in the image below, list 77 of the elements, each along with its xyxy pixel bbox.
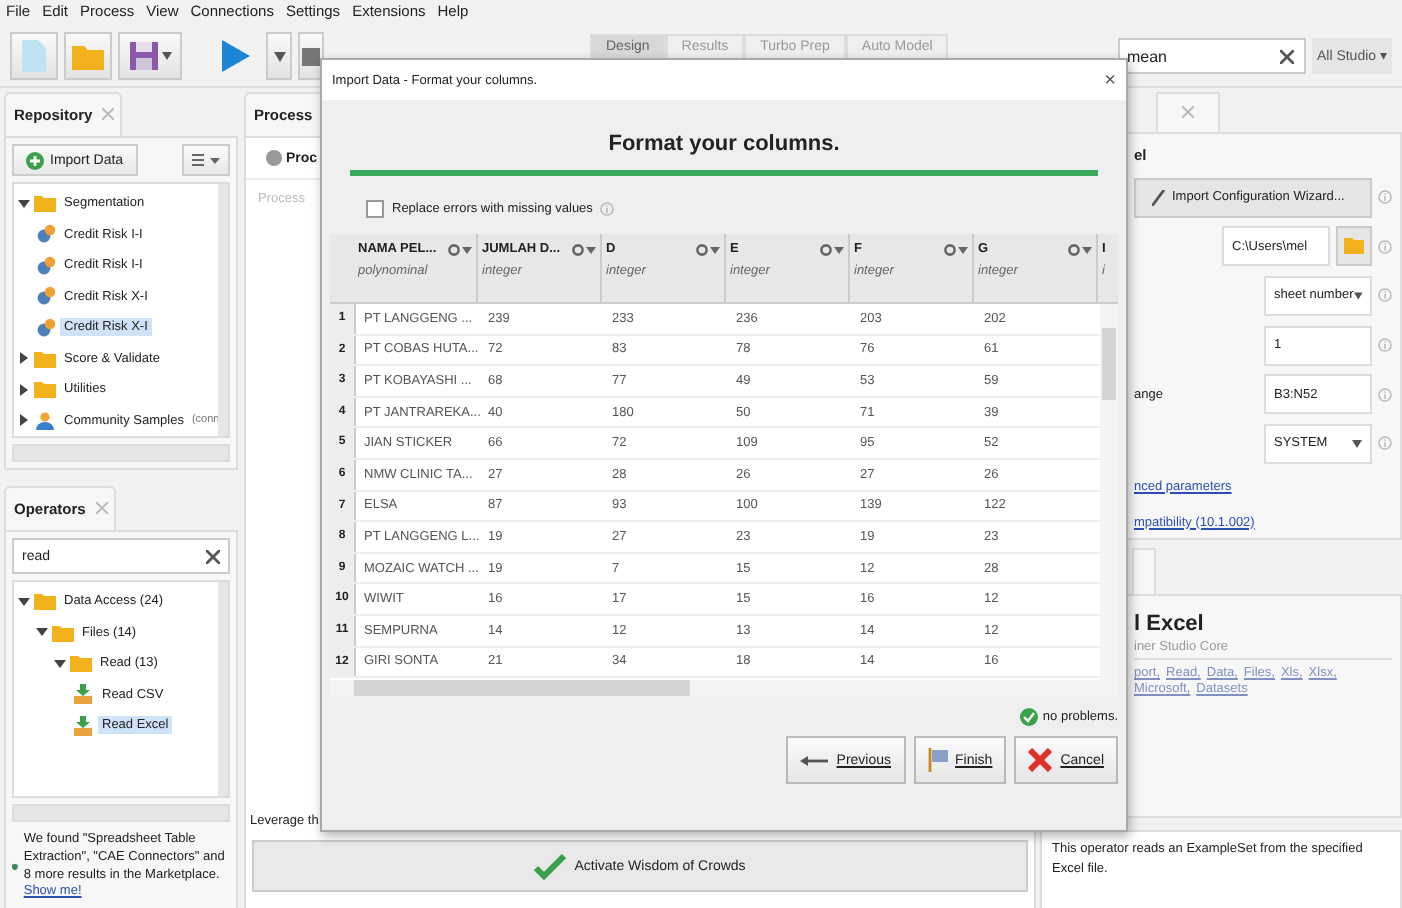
scrollbar[interactable] <box>12 804 230 822</box>
cross-icon <box>1028 748 1053 772</box>
parameters-tab[interactable] <box>1156 92 1220 132</box>
flag-icon <box>927 748 948 772</box>
process-icon <box>36 255 56 276</box>
dialog-heading: Format your columns. <box>608 132 840 156</box>
clear-icon[interactable] <box>1280 49 1295 63</box>
folder-icon <box>70 654 92 673</box>
play-icon <box>222 40 250 72</box>
download-icon <box>72 715 94 736</box>
close-button[interactable]: × <box>1104 69 1116 91</box>
scrollbar[interactable] <box>218 582 228 796</box>
new-file-button[interactable] <box>10 32 58 80</box>
checkbox[interactable] <box>366 200 384 218</box>
info-icon[interactable] <box>1378 387 1392 402</box>
expand-arrow-icon[interactable] <box>18 595 30 608</box>
caret-icon <box>161 52 171 60</box>
save-button[interactable] <box>118 32 182 80</box>
wand-icon <box>1152 189 1166 205</box>
gear-icon[interactable] <box>1068 243 1092 255</box>
circle-icon <box>266 150 282 166</box>
info-icon[interactable] <box>1378 436 1392 451</box>
folder-icon <box>34 592 56 611</box>
gear-icon[interactable] <box>820 243 844 255</box>
folder-icon <box>34 349 56 368</box>
process-icon <box>36 317 56 338</box>
caret-icon <box>1353 291 1362 300</box>
save-icon <box>129 42 157 70</box>
search-field[interactable]: mean <box>1118 38 1307 74</box>
info-icon[interactable] <box>600 202 615 216</box>
check-icon <box>534 853 567 879</box>
plus-icon <box>26 151 44 169</box>
menu-button[interactable] <box>182 144 230 176</box>
close-icon[interactable] <box>1182 106 1194 119</box>
folder-icon <box>34 194 56 213</box>
folder-icon <box>34 380 56 399</box>
operator-title: l Excel <box>1134 612 1206 637</box>
info-icon[interactable] <box>1378 338 1392 353</box>
document-icon <box>22 40 46 72</box>
gear-icon[interactable] <box>944 243 968 255</box>
folder-icon <box>52 623 74 642</box>
info-icon[interactable] <box>1378 288 1392 303</box>
process-icon <box>36 224 56 245</box>
scrollbar[interactable] <box>218 184 228 436</box>
people-icon <box>34 411 56 430</box>
folder-icon <box>1344 238 1364 255</box>
folder-button[interactable] <box>1336 226 1372 267</box>
scrollbar[interactable] <box>1100 304 1118 680</box>
run-dropdown-button[interactable] <box>266 32 292 80</box>
expand-arrow-icon[interactable] <box>54 657 66 670</box>
scrollbar[interactable] <box>12 444 230 462</box>
info-icon[interactable] <box>1378 190 1392 204</box>
gear-icon[interactable] <box>572 243 596 255</box>
stop-icon <box>302 47 320 65</box>
clear-icon[interactable] <box>206 549 220 563</box>
menu-icon <box>192 154 220 166</box>
process-icon <box>36 286 56 307</box>
check-icon <box>1020 708 1039 726</box>
gear-icon[interactable] <box>696 243 720 255</box>
help-tab[interactable] <box>1132 548 1156 595</box>
expand-arrow-icon[interactable] <box>36 626 48 639</box>
close-icon[interactable] <box>102 105 115 123</box>
caret-icon <box>273 51 285 61</box>
download-icon <box>72 684 94 705</box>
folder-icon <box>72 43 104 69</box>
expand-arrow-icon[interactable] <box>18 414 30 427</box>
stop-button[interactable] <box>298 32 324 80</box>
expand-arrow-icon[interactable] <box>18 383 30 396</box>
gear-icon[interactable] <box>448 243 472 255</box>
open-folder-button[interactable] <box>64 32 112 80</box>
caret-icon <box>1352 439 1362 448</box>
close-icon[interactable] <box>95 499 108 517</box>
expand-arrow-icon[interactable] <box>18 352 30 365</box>
scrollbar[interactable] <box>330 680 1118 696</box>
arrow-left-icon <box>800 755 829 765</box>
expand-arrow-icon[interactable] <box>18 197 30 210</box>
info-icon[interactable] <box>1378 239 1392 254</box>
